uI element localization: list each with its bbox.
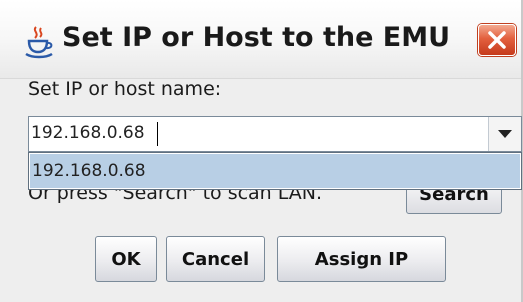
set-ip-dialog: Set IP or Host to the EMU Set IP or host… <box>0 0 523 302</box>
ok-button[interactable]: OK <box>95 236 157 282</box>
close-button[interactable] <box>478 24 516 56</box>
title-bar[interactable]: Set IP or Host to the EMU <box>0 0 521 79</box>
combo-dropdown-button[interactable] <box>488 117 521 151</box>
text-caret <box>157 122 158 146</box>
ip-host-label: Set IP or host name: <box>28 78 222 100</box>
chevron-down-icon <box>498 130 512 138</box>
close-icon <box>488 31 506 49</box>
assign-ip-button[interactable]: Assign IP <box>277 236 446 282</box>
java-coffee-icon <box>22 24 58 60</box>
dropdown-option[interactable]: 192.168.0.68 <box>30 154 520 188</box>
cancel-button[interactable]: Cancel <box>166 236 265 282</box>
ip-host-combo[interactable]: 192.168.0.68 <box>28 116 522 152</box>
dropdown-popup: 192.168.0.68 <box>28 152 522 190</box>
window-title: Set IP or Host to the EMU <box>62 22 451 53</box>
ip-host-input[interactable]: 192.168.0.68 <box>31 123 145 143</box>
